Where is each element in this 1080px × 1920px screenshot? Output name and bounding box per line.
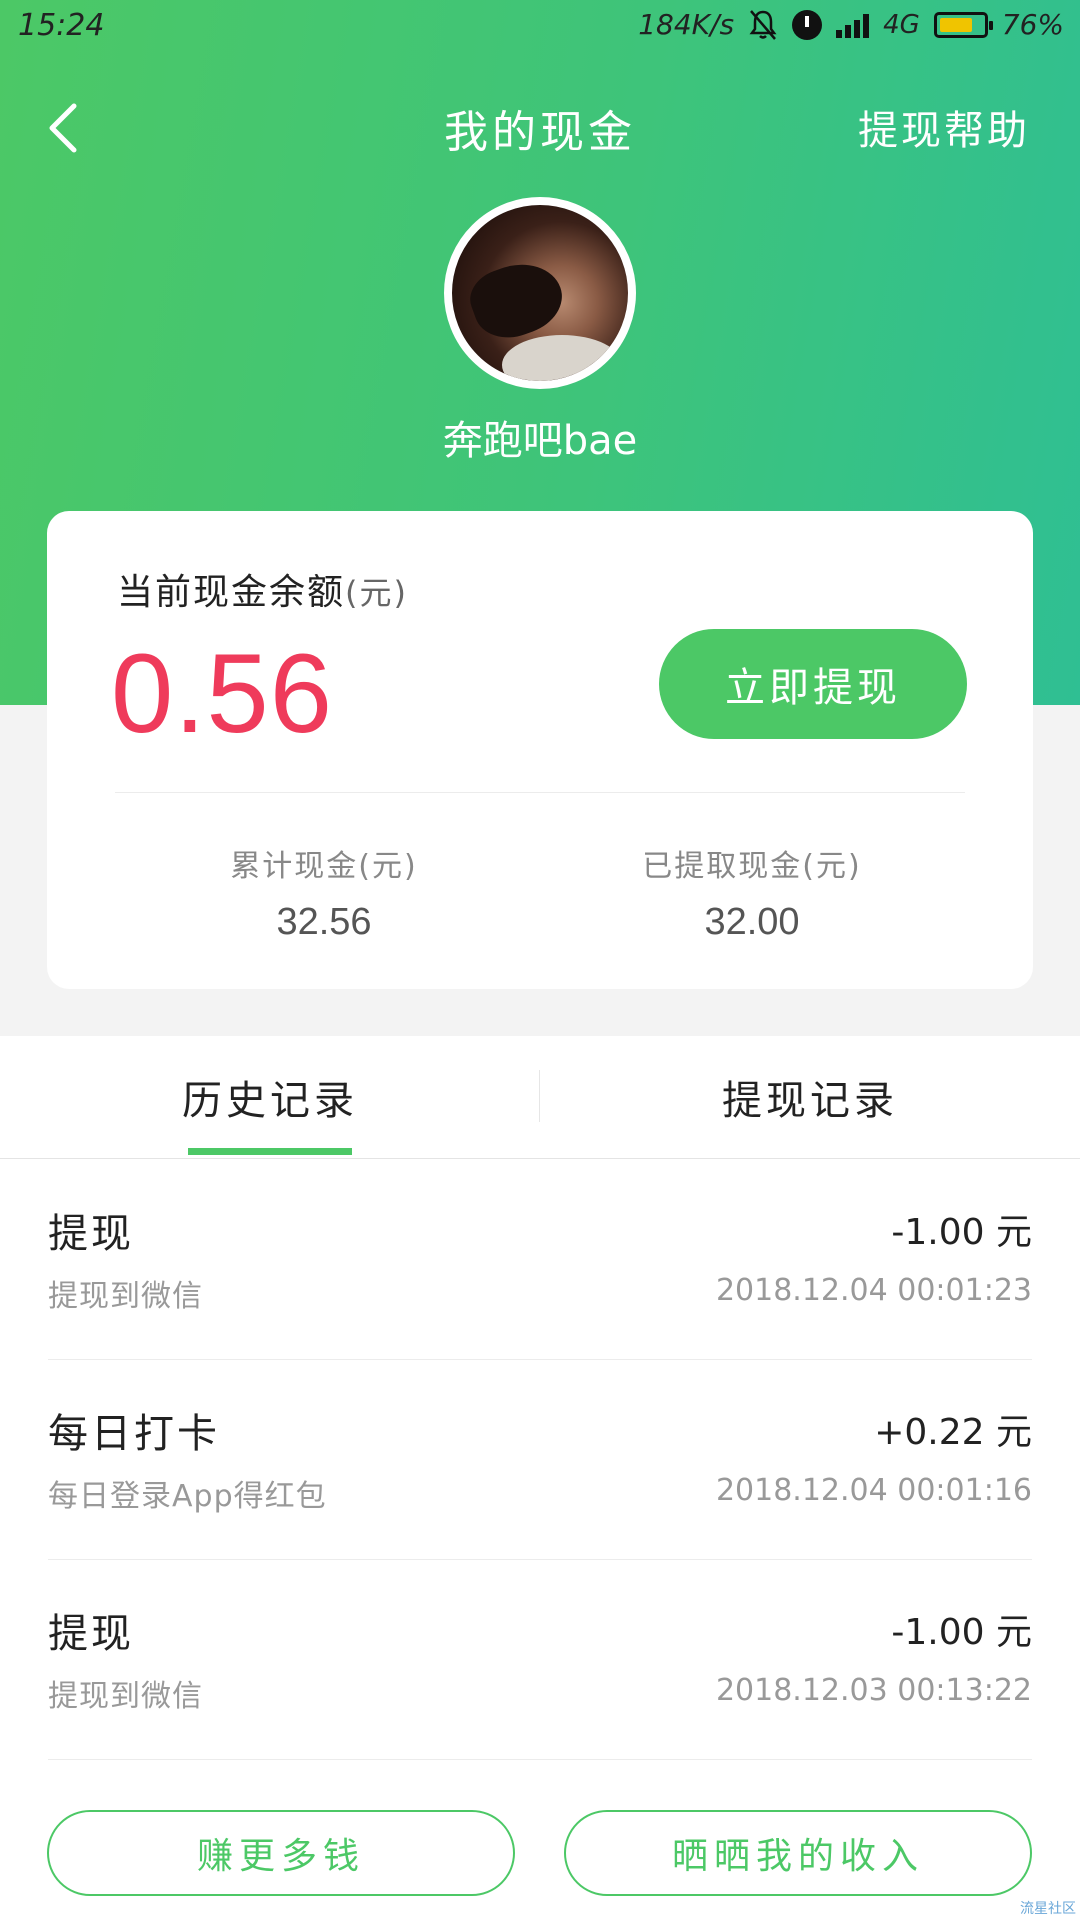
- balance-label-text: 当前现金余额: [117, 572, 346, 613]
- bell-off-icon: [749, 9, 777, 40]
- username: 奔跑吧bae: [442, 418, 638, 464]
- avatar-shape: [462, 251, 572, 349]
- list-item[interactable]: 每日打卡 +0.22 元 每日登录App得红包 2018.12.04 00:01…: [48, 1359, 1032, 1560]
- earn-more-button[interactable]: 赚更多钱: [47, 1810, 515, 1896]
- record-time: 2018.12.03 00:13:22: [715, 1673, 1032, 1708]
- withdrawn-cash-label: 已提取现金(元): [642, 849, 862, 884]
- avatar-shape: [502, 335, 622, 381]
- record-time: 2018.12.04 00:01:23: [715, 1273, 1032, 1308]
- alarm-icon: [792, 9, 823, 40]
- signal-icon: [836, 12, 870, 38]
- record-title: 提现: [48, 1611, 134, 1657]
- bottom-action-bar: 赚更多钱 晒晒我的收入 流星社区: [0, 1786, 1080, 1920]
- share-income-button[interactable]: 晒晒我的收入: [564, 1810, 1032, 1896]
- tab-bar: 历史记录 提现记录: [0, 1036, 1080, 1159]
- record-amount: -1.00 元: [891, 1212, 1032, 1253]
- balance-card: 当前现金余额(元) 0.56 立即提现 累计现金(元) 32.56 已提取现金(…: [47, 511, 1033, 989]
- total-cash-label: 累计现金(元): [230, 849, 418, 884]
- record-time: 2018.12.04 00:01:16: [715, 1473, 1032, 1508]
- balance-value: 0.56: [111, 631, 333, 756]
- battery-icon: [933, 11, 993, 38]
- list-item[interactable]: 提现 -1.00 元 提现到微信 2018.12.03 00:13:22: [48, 1559, 1032, 1760]
- total-cash-value: 32.56: [276, 901, 372, 943]
- record-title: 每日打卡: [48, 1411, 220, 1457]
- watermark: 流星社区: [1020, 1901, 1076, 1917]
- record-description: 提现到微信: [48, 1679, 203, 1714]
- tab-history[interactable]: 历史记录: [0, 1036, 540, 1158]
- records-list: 提现 -1.00 元 提现到微信 2018.12.04 00:01:23 每日打…: [0, 1159, 1080, 1786]
- status-bar: 15:24 184K/s 4G 76%: [0, 0, 1080, 56]
- avatar: [444, 197, 636, 389]
- network-speed: 184K/s: [638, 8, 735, 41]
- record-amount: -1.00 元: [891, 1612, 1032, 1653]
- record-description: 提现到微信: [48, 1279, 203, 1314]
- battery-percent: 76%: [1001, 8, 1064, 41]
- balance-label: 当前现金余额(元): [117, 563, 408, 615]
- network-type: 4G: [883, 9, 920, 40]
- status-time: 15:24: [18, 8, 105, 43]
- tab-withdrawal-records[interactable]: 提现记录: [540, 1036, 1080, 1158]
- record-description: 每日登录App得红包: [48, 1479, 327, 1514]
- withdraw-help-link[interactable]: 提现帮助: [858, 98, 1030, 156]
- withdrawn-cash-value: 32.00: [704, 901, 800, 943]
- status-indicators: 184K/s 4G 76%: [638, 8, 1064, 41]
- list-item[interactable]: 提现 -1.00 元 提现到微信 2018.12.04 00:01:23: [48, 1159, 1032, 1360]
- withdraw-now-button[interactable]: 立即提现: [659, 629, 967, 739]
- battery-fill: [939, 17, 972, 32]
- record-title: 提现: [48, 1211, 134, 1257]
- divider: [115, 792, 965, 793]
- nav-bar: 我的现金 提现帮助: [0, 80, 1080, 170]
- balance-unit: (元): [345, 574, 408, 612]
- withdrawn-cash-stat: 已提取现金(元) 32.00: [572, 841, 932, 944]
- active-tab-indicator: [188, 1148, 352, 1155]
- record-amount: +0.22 元: [874, 1412, 1032, 1453]
- total-cash-stat: 累计现金(元) 32.56: [144, 841, 504, 944]
